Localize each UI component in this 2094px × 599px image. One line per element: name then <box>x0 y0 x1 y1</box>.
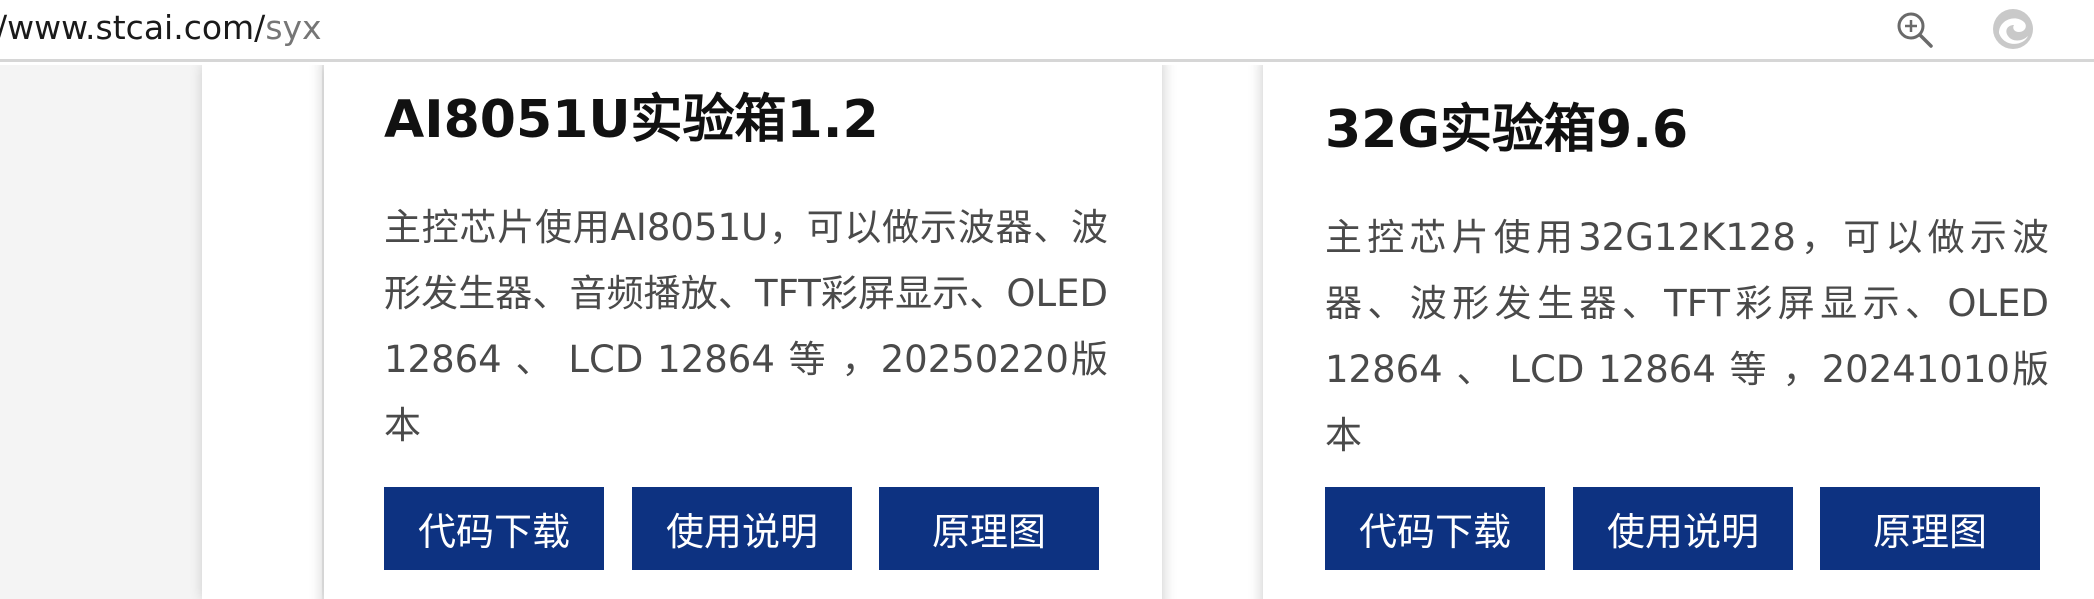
product-card-ai8051u: AI8051U实验箱1.2 主控芯片使用AI8051U，可以做示波器、波形发生器… <box>324 65 1162 599</box>
extension-icon[interactable] <box>1990 6 2036 52</box>
card-title: 32G实验箱9.6 <box>1325 100 1689 160</box>
background-panel <box>202 65 322 599</box>
code-download-button[interactable]: 代码下载 <box>384 487 604 570</box>
left-gutter <box>0 65 202 599</box>
user-manual-button[interactable]: 使用说明 <box>1573 487 1793 570</box>
user-manual-button[interactable]: 使用说明 <box>632 487 852 570</box>
card-description: 主控芯片使用32G12K128，可以做示波器、波形发生器、TFT彩屏显示、OLE… <box>1325 216 2049 457</box>
page-content: AI8051U实验箱1.2 主控芯片使用AI8051U，可以做示波器、波形发生器… <box>0 65 2094 599</box>
schematic-button[interactable]: 原理图 <box>879 487 1099 570</box>
product-card-32g: 32G实验箱9.6 主控芯片使用32G12K128，可以做示波器、波形发生器、T… <box>1263 65 2094 599</box>
schematic-button[interactable]: 原理图 <box>1820 487 2040 570</box>
code-download-button[interactable]: 代码下载 <box>1325 487 1545 570</box>
card-description: 主控芯片使用AI8051U，可以做示波器、波形发生器、音频播放、TFT彩屏显示、… <box>384 206 1108 447</box>
zoom-in-icon[interactable] <box>1893 8 1937 52</box>
address-bar[interactable]: /www.stcai.com/syx <box>0 0 2094 62</box>
url-domain: /www.stcai.com/ <box>0 8 266 47</box>
url-text[interactable]: /www.stcai.com/syx <box>0 8 322 47</box>
url-path: syx <box>265 8 322 47</box>
card-title: AI8051U实验箱1.2 <box>384 90 879 150</box>
